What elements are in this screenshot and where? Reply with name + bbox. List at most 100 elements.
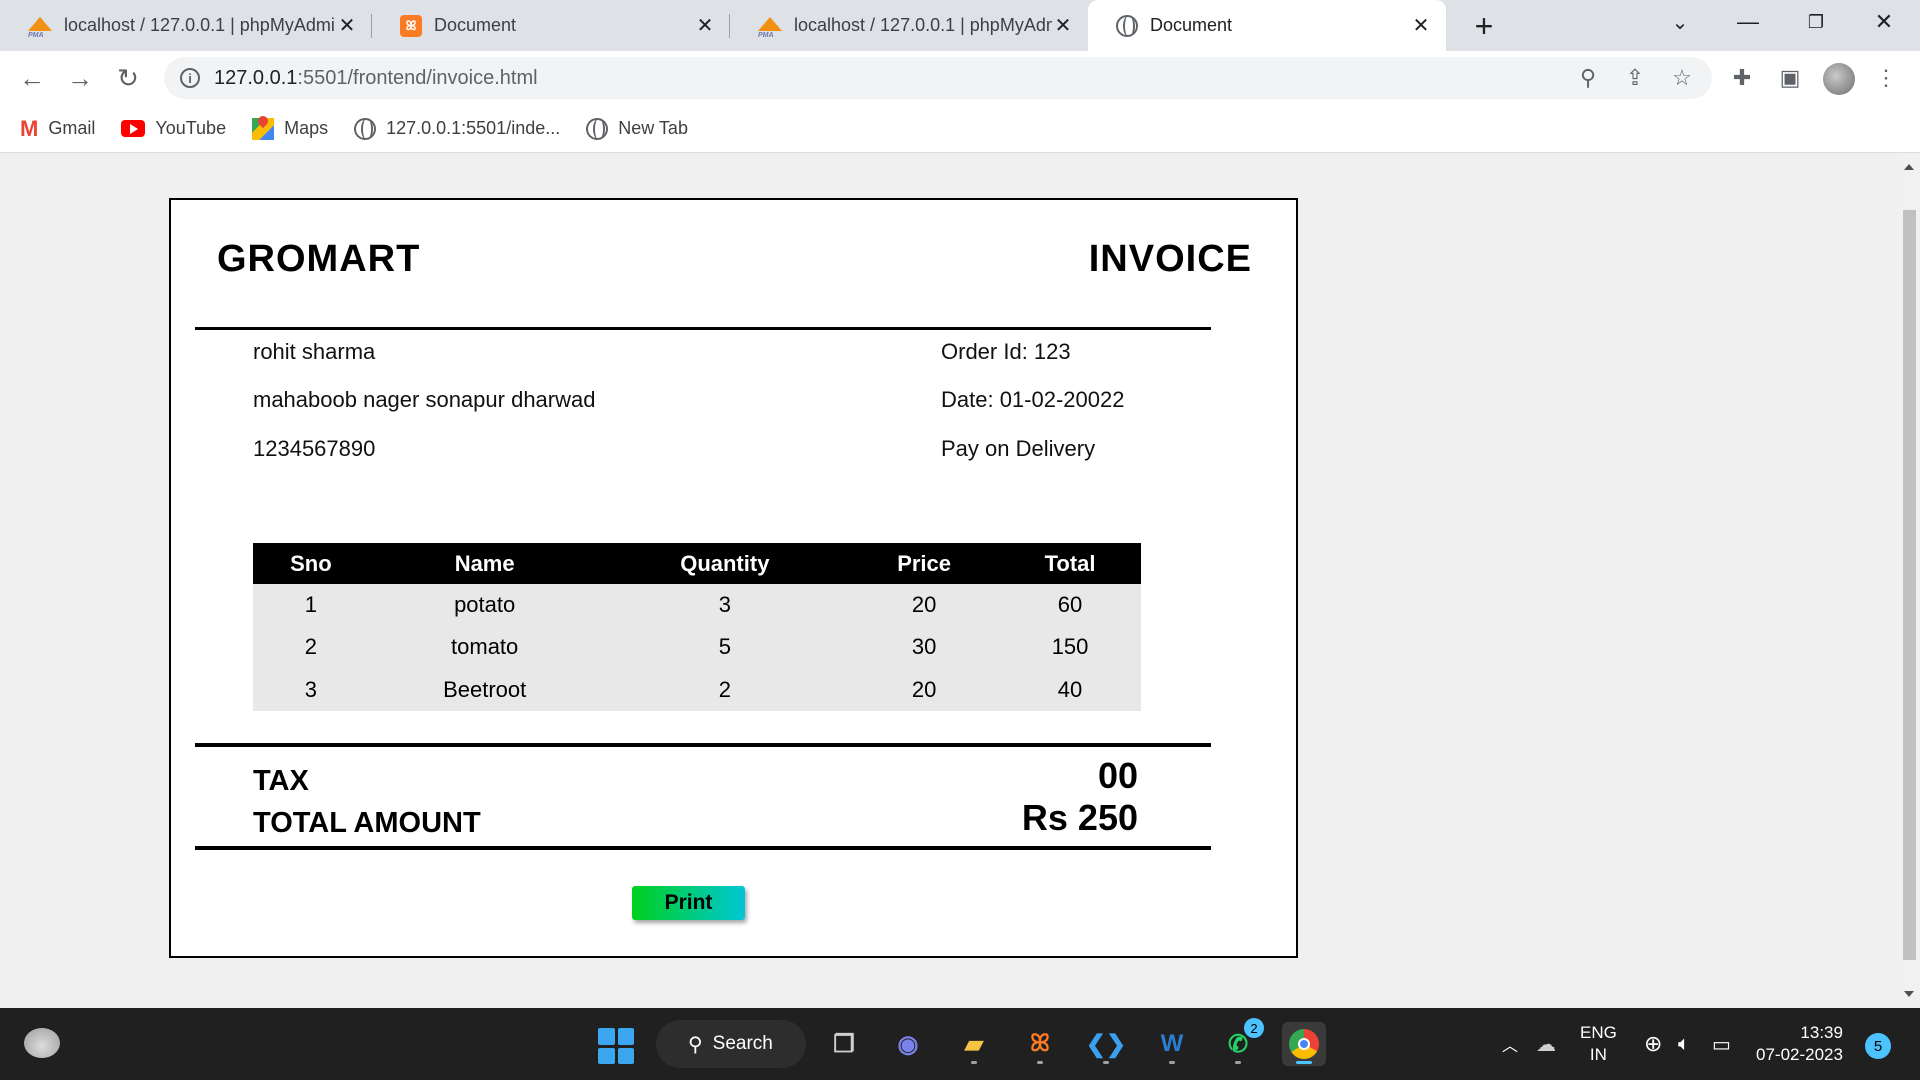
- weather-icon[interactable]: [24, 1028, 60, 1058]
- file-explorer-icon[interactable]: ▰: [952, 1022, 996, 1066]
- running-indicator: [1169, 1061, 1175, 1064]
- reload-button[interactable]: ↻: [110, 60, 146, 96]
- column-header: Price: [849, 543, 1000, 584]
- bookmark-star-icon[interactable]: ☆: [1666, 62, 1698, 94]
- clock-time: 13:39: [1800, 1023, 1843, 1042]
- bookmark-new-tab[interactable]: New Tab: [586, 117, 688, 140]
- chrome-icon[interactable]: [1282, 1022, 1326, 1066]
- word-icon[interactable]: W: [1150, 1022, 1194, 1066]
- table-cell: 30: [849, 626, 1000, 668]
- url-host: 127.0.0.1: [214, 66, 298, 89]
- extensions-icon[interactable]: ✚: [1726, 62, 1758, 94]
- address-bar[interactable]: i 127.0.0.1:5501/frontend/invoice.html ⚲…: [164, 57, 1712, 99]
- table-cell: Beetroot: [368, 668, 601, 711]
- table-row: 2 tomato 5 30 150: [253, 626, 1141, 668]
- bookmark-label: 127.0.0.1:5501/inde...: [386, 118, 561, 138]
- table-cell: 2: [253, 626, 369, 668]
- search-label: Search: [712, 1033, 773, 1054]
- bookmark-label: New Tab: [618, 118, 688, 138]
- table-cell: 150: [999, 626, 1141, 668]
- bookmark-localhost[interactable]: 127.0.0.1:5501/inde...: [354, 117, 561, 140]
- gmail-icon: M: [20, 115, 39, 141]
- windows-logo-pane: [598, 1028, 615, 1045]
- tab-search-chevron-icon[interactable]: ⌄: [1650, 0, 1710, 44]
- volume-icon[interactable]: 🔈︎: [1678, 1008, 1690, 1080]
- taskbar: ⚲ Search ❐ ◉ ▰ ꕤ ❮❯ W ✆ 2 ︿ ☁ ENG IN ⊕ 🔈︎…: [0, 1008, 1920, 1080]
- lang-line1: ENG: [1580, 1023, 1617, 1042]
- running-indicator: [1037, 1061, 1043, 1064]
- customer-name: rohit sharma: [253, 339, 376, 364]
- window-close-button[interactable]: ✕: [1854, 0, 1914, 44]
- bookmark-maps[interactable]: Maps: [252, 117, 328, 140]
- network-icon[interactable]: ⊕: [1644, 1008, 1662, 1080]
- scroll-thumb[interactable]: [1903, 210, 1916, 960]
- close-icon[interactable]: ✕: [1052, 15, 1074, 37]
- vscode-icon[interactable]: ❮❯: [1084, 1022, 1128, 1066]
- close-icon[interactable]: ✕: [336, 15, 358, 37]
- whatsapp-icon[interactable]: ✆ 2: [1216, 1018, 1264, 1066]
- site-info-icon[interactable]: i: [180, 68, 200, 88]
- task-view-icon[interactable]: ❐: [822, 1022, 866, 1066]
- globe-icon: [1116, 14, 1138, 37]
- invoice-title: INVOICE: [1088, 238, 1252, 280]
- notification-count[interactable]: 5: [1865, 1033, 1891, 1059]
- search-icon: ⚲: [688, 1033, 703, 1056]
- onedrive-icon[interactable]: ☁: [1536, 1008, 1556, 1080]
- divider: [195, 743, 1211, 747]
- scroll-down-arrow-icon[interactable]: [1904, 991, 1914, 997]
- xampp-icon: ꕤ: [400, 14, 422, 37]
- bookmark-label: YouTube: [155, 118, 227, 138]
- print-button[interactable]: Print: [632, 886, 745, 920]
- forward-button[interactable]: →: [62, 60, 98, 96]
- tab-title: Document: [1150, 15, 1233, 35]
- side-panel-icon[interactable]: ▣: [1774, 62, 1806, 94]
- brand-name: GROMART: [217, 238, 421, 280]
- running-indicator: [1235, 1061, 1241, 1064]
- total-amount-label: TOTAL AMOUNT: [253, 807, 481, 839]
- start-button[interactable]: [598, 1028, 634, 1064]
- profile-avatar[interactable]: [1823, 63, 1855, 95]
- close-icon[interactable]: ✕: [694, 15, 716, 37]
- table-cell: 3: [600, 584, 850, 626]
- column-header: Name: [368, 543, 601, 584]
- teams-chat-icon[interactable]: ◉: [886, 1022, 930, 1066]
- tax-label: TAX: [253, 765, 309, 797]
- battery-icon[interactable]: ▭: [1712, 1008, 1731, 1080]
- restore-button[interactable]: ❐: [1786, 0, 1846, 44]
- tab-document-1[interactable]: ꕤ Document ✕: [372, 0, 730, 51]
- table-row: 1 potato 3 20 60: [253, 584, 1141, 626]
- url-text[interactable]: 127.0.0.1:5501/frontend/invoice.html: [214, 67, 538, 90]
- divider: [195, 846, 1211, 850]
- tab-title: localhost / 127.0.0.1 | phpMyAdmin: [64, 15, 336, 35]
- xampp-icon[interactable]: ꕤ: [1018, 1022, 1062, 1066]
- vertical-scrollbar[interactable]: [1899, 154, 1920, 1007]
- bookmark-youtube[interactable]: YouTube: [121, 118, 226, 139]
- tab-phpmyadmin-2[interactable]: PMA localhost / 127.0.0.1 | phpMyAdmin ✕: [730, 0, 1088, 51]
- taskbar-search[interactable]: ⚲ Search: [656, 1020, 806, 1068]
- back-button[interactable]: ←: [14, 60, 50, 96]
- table-cell: 20: [849, 668, 1000, 711]
- clock[interactable]: 13:39 07-02-2023: [1756, 1022, 1843, 1066]
- tray-overflow-chevron-icon[interactable]: ︿: [1502, 1008, 1518, 1080]
- scroll-up-arrow-icon[interactable]: [1904, 164, 1914, 170]
- new-tab-button[interactable]: +: [1466, 8, 1502, 44]
- table-cell: tomato: [368, 626, 601, 668]
- payment-method: Pay on Delivery: [941, 436, 1096, 461]
- divider: [195, 327, 1211, 330]
- share-icon[interactable]: ⇪: [1619, 62, 1651, 94]
- table-cell: 5: [600, 626, 850, 668]
- table-row: 3 Beetroot 2 20 40: [253, 668, 1141, 711]
- zoom-icon[interactable]: ⚲: [1572, 62, 1604, 94]
- close-icon[interactable]: ✕: [1410, 15, 1432, 37]
- tab-title: Document: [434, 15, 517, 35]
- tab-phpmyadmin-1[interactable]: PMA localhost / 127.0.0.1 | phpMyAdmin ✕: [0, 0, 372, 51]
- tab-document-active[interactable]: Document ✕: [1088, 0, 1446, 51]
- minimize-button[interactable]: —: [1718, 0, 1778, 44]
- menu-kebab-icon[interactable]: ⋮: [1870, 62, 1902, 94]
- globe-icon: [586, 117, 609, 140]
- column-header: Sno: [253, 543, 369, 584]
- table-cell: 3: [253, 668, 369, 711]
- language-indicator[interactable]: ENG IN: [1580, 1022, 1617, 1066]
- windows-logo-pane: [598, 1047, 615, 1064]
- bookmark-gmail[interactable]: M Gmail: [20, 116, 95, 142]
